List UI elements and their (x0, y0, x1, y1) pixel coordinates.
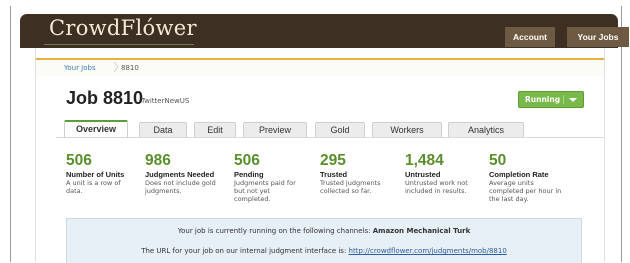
page-title: Job 8810 (66, 88, 144, 108)
stat-description: included in results. (405, 187, 467, 195)
stat-judgments-needed: 986 Judgments Needed Does not include go… (145, 152, 216, 195)
status-label: Running (525, 95, 561, 104)
tab-analytics[interactable]: Analytics (448, 122, 524, 138)
stat-description: collected so far. (320, 187, 372, 195)
stat-description: Judgments paid for (234, 179, 296, 187)
stat-completion-rate: 50 Completion Rate Average units complet… (489, 152, 561, 203)
stat-trusted: 295 Trusted Trusted judgments collected … (320, 152, 381, 195)
stat-description: Average units (489, 179, 534, 187)
breadcrumb: Your Jobs 8810 (36, 58, 604, 76)
stat-value: 295 (320, 152, 346, 169)
stat-label: Judgments Needed (145, 170, 215, 179)
judgment-url-text: The URL for your job on our internal jud… (141, 247, 349, 255)
status-dropdown-button[interactable]: Running (518, 91, 584, 108)
channel-info-line: Your job is currently running on the fol… (67, 227, 581, 235)
chevron-down-icon (569, 98, 577, 102)
stat-untrusted: 1,484 Untrusted Untrusted work not inclu… (405, 152, 468, 195)
stat-description: but not yet (234, 187, 270, 195)
stat-label: Untrusted (405, 170, 441, 179)
main-content: Your Jobs 8810 Job 8810 TwitterNewUS Run… (35, 48, 605, 263)
tab-preview[interactable]: Preview (243, 122, 307, 138)
stat-description: Untrusted work not (405, 179, 468, 187)
logo-underline (44, 44, 194, 45)
stat-value: 506 (66, 152, 92, 169)
judgment-url-line: The URL for your job on our internal jud… (67, 247, 581, 255)
channel-name: Amazon Mechanical Turk (372, 227, 471, 235)
stat-label: Number of Units (66, 170, 125, 179)
stat-value: 1,484 (405, 152, 444, 169)
top-header: CrowdFlówer Account Your Jobs (20, 14, 629, 48)
tab-workers[interactable]: Workers (372, 122, 442, 138)
stat-value: 986 (145, 152, 171, 169)
account-button[interactable]: Account (505, 27, 555, 47)
stat-number-of-units: 506 Number of Units A unit is a row of d… (66, 152, 124, 195)
stat-description: A unit is a row of (66, 179, 121, 187)
stat-description: data. (66, 187, 83, 195)
your-jobs-button[interactable]: Your Jobs (567, 27, 629, 47)
stat-label: Completion Rate (489, 170, 549, 179)
breadcrumb-separator-icon (113, 61, 119, 73)
channel-info-text: Your job is currently running on the fol… (177, 227, 373, 235)
crowdflower-logo[interactable]: CrowdFlówer (49, 16, 197, 40)
judgment-url-link[interactable]: http://crowdflower.com/judgments/mob/881… (349, 247, 507, 255)
stat-pending: 506 Pending Judgments paid for but not y… (234, 152, 296, 203)
stat-value: 50 (489, 152, 507, 169)
job-name: TwitterNewUS (141, 97, 190, 105)
channel-info-box: Your job is currently running on the fol… (66, 218, 582, 263)
status-divider (563, 95, 564, 104)
breadcrumb-your-jobs-link[interactable]: Your Jobs (64, 64, 96, 72)
stat-description: completed per hour in (489, 187, 562, 195)
stat-description: judgments. (145, 187, 182, 195)
stat-label: Trusted (320, 170, 348, 179)
stat-description: Trusted judgments (320, 179, 381, 187)
tab-overview[interactable]: Overview (64, 120, 128, 137)
tab-data[interactable]: Data (139, 122, 187, 138)
breadcrumb-current: 8810 (121, 64, 139, 72)
stat-label: Pending (234, 170, 264, 179)
stat-description: the last day. (489, 195, 529, 203)
stat-description: completed. (234, 195, 271, 203)
tab-gold[interactable]: Gold (315, 122, 365, 138)
stat-description: Does not include gold (145, 179, 216, 187)
tab-edit[interactable]: Edit (194, 122, 236, 138)
tab-baseline (56, 137, 604, 138)
stat-value: 506 (234, 152, 260, 169)
